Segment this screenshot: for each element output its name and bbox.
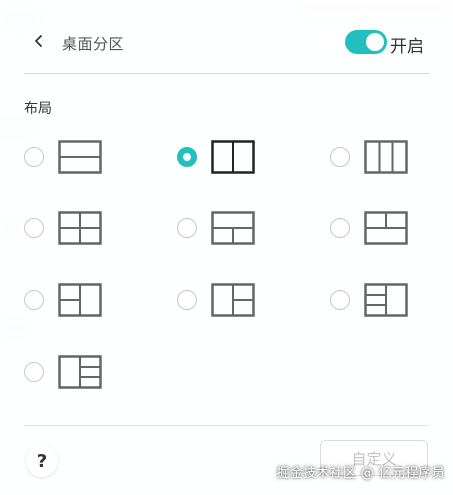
layout-two-top-one-bottom-icon <box>211 211 255 245</box>
layout-option-left-big-right-two[interactable] <box>177 283 255 317</box>
layout-left-two-right-big-icon <box>58 283 102 317</box>
layout-option-one-top-two-bottom[interactable] <box>330 211 408 245</box>
layout-option-h-split[interactable] <box>24 140 102 174</box>
radio-button-selected[interactable] <box>177 147 197 167</box>
layout-options <box>0 0 453 495</box>
radio-button[interactable] <box>24 218 44 238</box>
radio-button[interactable] <box>24 147 44 167</box>
radio-button[interactable] <box>330 218 350 238</box>
layout-option-left-big-right-three[interactable] <box>24 355 102 389</box>
radio-button[interactable] <box>330 290 350 310</box>
layout-option-quad[interactable] <box>24 211 102 245</box>
layout-quad-icon <box>58 211 102 245</box>
layout-h-split-icon <box>58 140 102 174</box>
radio-button[interactable] <box>24 362 44 382</box>
layout-option-v-split[interactable] <box>177 140 255 174</box>
layout-option-left-three-right-big[interactable] <box>330 283 408 317</box>
desktop-zone-panel: 桌面分区 开启 布局 ? 自定义 掘金技术社区 @ 亿元程序员 <box>0 0 453 495</box>
help-button[interactable]: ? <box>26 445 58 477</box>
divider <box>24 425 429 426</box>
layout-left-big-right-two-icon <box>211 283 255 317</box>
layout-option-three-col[interactable] <box>330 140 408 174</box>
layout-one-top-two-bottom-icon <box>364 211 408 245</box>
radio-button[interactable] <box>24 290 44 310</box>
layout-left-three-right-big-icon <box>364 283 408 317</box>
layout-option-two-top-one-bottom[interactable] <box>177 211 255 245</box>
radio-button[interactable] <box>177 218 197 238</box>
watermark: 掘金技术社区 @ 亿元程序员 <box>276 466 445 481</box>
layout-three-col-icon <box>364 140 408 174</box>
radio-button[interactable] <box>330 147 350 167</box>
layout-v-split-icon <box>211 140 255 174</box>
layout-left-big-right-three-icon <box>58 355 102 389</box>
radio-button[interactable] <box>177 290 197 310</box>
layout-option-left-two-right-big[interactable] <box>24 283 102 317</box>
